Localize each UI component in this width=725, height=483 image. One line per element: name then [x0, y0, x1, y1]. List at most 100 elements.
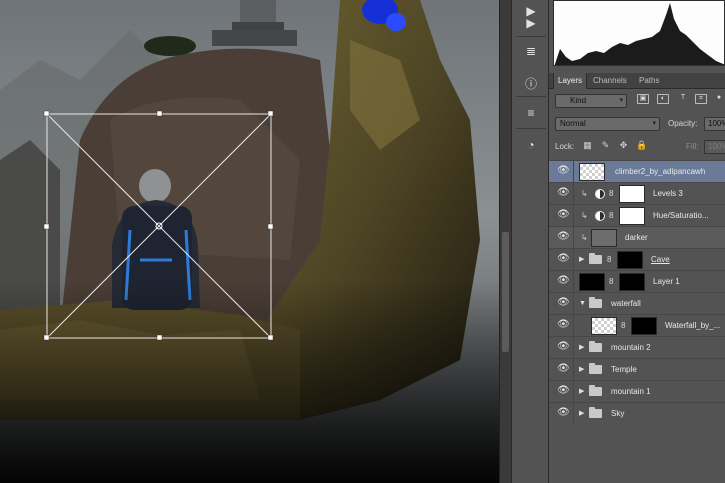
- layer-row[interactable]: 👁 ↳ darker: [549, 226, 725, 249]
- mask-link-icon[interactable]: 8: [621, 320, 627, 331]
- row-divider: [573, 183, 574, 205]
- layer-name[interactable]: Temple: [611, 359, 637, 381]
- lock-position-icon[interactable]: ✥: [618, 140, 629, 151]
- lock-image-pixels-icon[interactable]: ✎: [600, 140, 611, 151]
- transform-handle-top-right: [267, 110, 274, 117]
- visibility-eye-icon[interactable]: 👁: [557, 386, 570, 396]
- blend-mode-row: Normal ▾ Opacity: 100%: [549, 115, 725, 133]
- group-collapsed-icon[interactable]: ▶: [579, 359, 587, 381]
- row-divider: [573, 271, 574, 293]
- layer-name[interactable]: mountain 2: [611, 337, 651, 359]
- mask-link-icon[interactable]: 8: [609, 276, 615, 287]
- layer-mask-thumbnail[interactable]: [631, 317, 657, 335]
- collapsed-panel-dock: ▶ ▶ ≣ ⓘ ≡ ◔: [511, 0, 549, 483]
- document-canvas[interactable]: [0, 0, 499, 483]
- layer-row[interactable]: 👁 8 Layer 1: [549, 270, 725, 293]
- visibility-eye-icon[interactable]: 👁: [557, 408, 570, 418]
- layer-row[interactable]: 👁 ↳ 8 Levels 3: [549, 182, 725, 205]
- info-panel-icon[interactable]: ⓘ: [521, 74, 541, 92]
- filter-type-select[interactable]: Kind ▾: [555, 94, 627, 108]
- layer-row[interactable]: 👁 ▶ mountain 1: [549, 380, 725, 403]
- layer-row[interactable]: 👁 ↳ 8 Hue/Saturatio...: [549, 204, 725, 227]
- layer-name[interactable]: mountain 1: [611, 381, 651, 403]
- levels-adjustment-icon: [595, 189, 605, 199]
- row-divider: [573, 161, 574, 183]
- group-collapsed-icon[interactable]: ▶: [579, 403, 587, 425]
- layer-mask-thumbnail[interactable]: [619, 273, 645, 291]
- visibility-eye-icon[interactable]: 👁: [557, 298, 570, 308]
- visibility-eye-icon[interactable]: 👁: [557, 232, 570, 242]
- layer-row[interactable]: 👁 ▼ waterfall: [549, 292, 725, 315]
- layer-row[interactable]: 👁 ▶ 8 Cave: [549, 248, 725, 271]
- adjustment-filter-icon[interactable]: ◐: [657, 94, 669, 104]
- transform-handle-bottom-center: [156, 334, 163, 341]
- properties-panel-icon[interactable]: ≣: [521, 42, 541, 60]
- visibility-eye-icon[interactable]: 👁: [557, 320, 570, 330]
- row-divider: [573, 315, 574, 337]
- layer-name[interactable]: Cave: [651, 249, 670, 271]
- layer-mask-thumbnail[interactable]: [619, 185, 645, 203]
- histogram-panel: [553, 0, 725, 66]
- visibility-eye-icon[interactable]: 👁: [557, 364, 570, 374]
- tab-layers[interactable]: Layers: [553, 73, 588, 89]
- layer-name[interactable]: darker: [625, 227, 648, 249]
- shape-filter-icon[interactable]: ⌗: [695, 94, 707, 104]
- layer-name[interactable]: Layer 1: [653, 271, 680, 293]
- layer-row[interactable]: 👁 climber2_by_adipancawh: [549, 160, 725, 183]
- dock-divider: [516, 36, 546, 37]
- hue-saturation-adjustment-icon: [595, 211, 605, 221]
- lock-label: Lock:: [555, 142, 575, 151]
- group-collapsed-icon[interactable]: ▶: [579, 381, 587, 403]
- scrollbar-thumb[interactable]: [502, 232, 509, 352]
- tab-channels[interactable]: Channels: [589, 73, 631, 89]
- group-collapsed-icon[interactable]: ▶: [579, 337, 587, 359]
- play-icon[interactable]: ▶: [521, 14, 541, 32]
- group-collapsed-icon[interactable]: ▶: [579, 249, 587, 271]
- layer-name[interactable]: Hue/Saturatio...: [653, 205, 709, 227]
- row-divider: [573, 337, 574, 359]
- layer-mask-thumbnail[interactable]: [619, 207, 645, 225]
- transform-handle-middle-left: [43, 223, 50, 230]
- row-divider: [573, 227, 574, 249]
- lock-all-icon[interactable]: 🔒: [636, 140, 647, 151]
- layer-row[interactable]: 👁 ▶ Temple: [549, 358, 725, 381]
- visibility-eye-icon[interactable]: 👁: [557, 276, 570, 286]
- paragraph-panel-icon[interactable]: ≡: [521, 104, 541, 122]
- lock-row: Lock: ▦ ✎ ✥ 🔒 Fill: 100%: [549, 138, 725, 156]
- smart-object-filter-icon[interactable]: ●: [713, 94, 725, 104]
- visibility-eye-icon[interactable]: 👁: [557, 254, 570, 264]
- mask-link-icon[interactable]: 8: [609, 210, 615, 221]
- visibility-eye-icon[interactable]: 👁: [557, 210, 570, 220]
- canvas-vertical-scrollbar[interactable]: [499, 0, 511, 483]
- mask-link-icon[interactable]: 8: [609, 188, 615, 199]
- layer-name[interactable]: Waterfall_by_...: [665, 315, 720, 337]
- layer-mask-thumbnail[interactable]: [617, 251, 643, 269]
- adjustments-panel-icon[interactable]: ◔: [521, 136, 541, 154]
- layer-filter-row: Kind ▾ ▣ ◐ T ⌗ ●: [549, 92, 725, 110]
- layer-name[interactable]: climber2_by_adipancawh: [615, 161, 705, 183]
- layer-row[interactable]: 👁 8 Waterfall_by_...: [549, 314, 725, 337]
- blend-mode-select[interactable]: Normal ▾: [555, 117, 660, 131]
- folder-icon: [589, 363, 602, 374]
- layer-thumbnail: [591, 317, 617, 335]
- visibility-eye-icon[interactable]: 👁: [557, 166, 570, 176]
- layer-row[interactable]: 👁 ▶ Sky: [549, 402, 725, 425]
- layer-row[interactable]: 👁 ▶ mountain 2: [549, 336, 725, 359]
- layer-name[interactable]: Levels 3: [653, 183, 683, 205]
- type-filter-icon[interactable]: T: [677, 94, 689, 104]
- lock-transparent-pixels-icon[interactable]: ▦: [582, 140, 593, 151]
- fill-field[interactable]: 100%: [704, 140, 725, 154]
- panel-tab-bar: Layers Channels Paths: [549, 73, 725, 89]
- layer-thumbnail: [579, 273, 605, 291]
- visibility-eye-icon[interactable]: 👁: [557, 342, 570, 352]
- visibility-eye-icon[interactable]: 👁: [557, 188, 570, 198]
- layer-name[interactable]: waterfall: [611, 293, 641, 315]
- mask-link-icon[interactable]: 8: [607, 254, 613, 265]
- opacity-field[interactable]: 100%: [704, 117, 725, 131]
- group-expanded-icon[interactable]: ▼: [579, 293, 587, 315]
- layer-thumbnail: [591, 229, 617, 247]
- folder-icon: [589, 297, 602, 308]
- pixel-filter-icon[interactable]: ▣: [637, 94, 649, 104]
- layer-name[interactable]: Sky: [611, 403, 624, 425]
- tab-paths[interactable]: Paths: [635, 73, 663, 89]
